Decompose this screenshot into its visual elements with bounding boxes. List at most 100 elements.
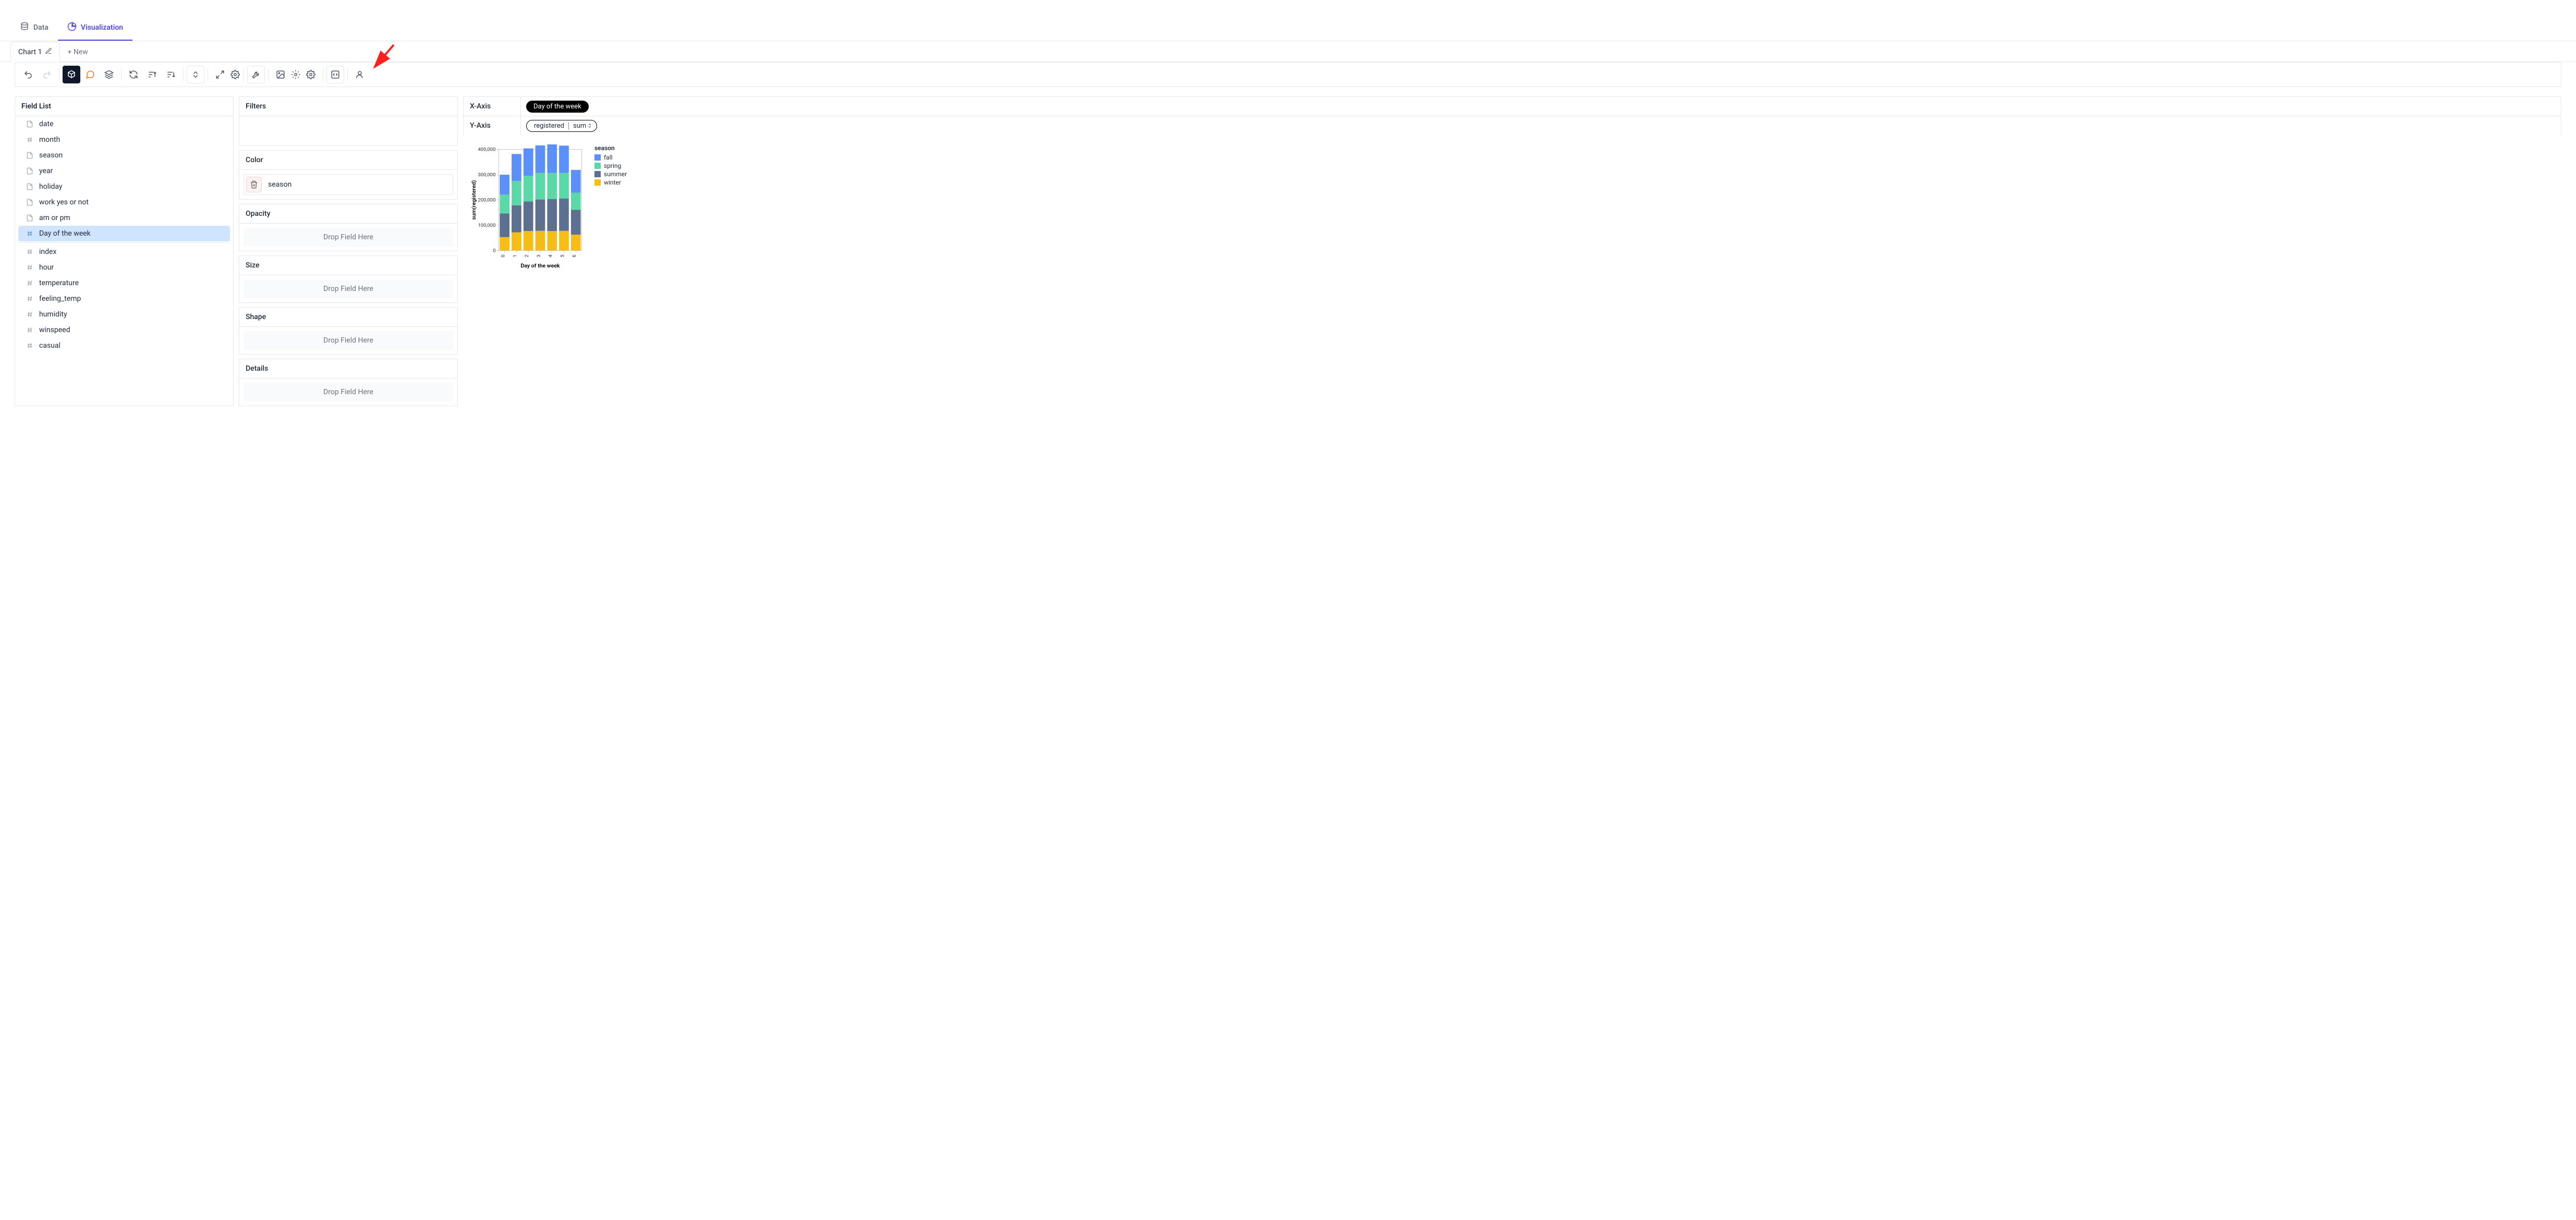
field-item[interactable]: season (18, 148, 230, 163)
top-tabs: Data Visualization (0, 16, 2576, 41)
tab-visualization-label: Visualization (81, 23, 123, 32)
image-gear-icon[interactable] (290, 66, 301, 83)
axis-toggle-button[interactable] (187, 66, 204, 83)
field-item[interactable]: temperature (18, 275, 230, 291)
doc-icon (26, 120, 34, 128)
user-button[interactable] (351, 66, 369, 83)
svg-text:sum(registered): sum(registered) (470, 180, 477, 219)
doc-icon (26, 167, 34, 175)
legend-swatch (594, 179, 601, 186)
details-shelf[interactable]: Details Drop Field Here (239, 359, 458, 406)
color-label: Color (239, 151, 457, 170)
pie-chart-icon (67, 22, 77, 33)
field-item[interactable]: winspeed (18, 322, 230, 338)
opacity-shelf[interactable]: Opacity Drop Field Here (239, 204, 458, 251)
hash-icon (26, 279, 34, 287)
field-item[interactable]: date (18, 116, 230, 132)
sort-desc-button[interactable] (162, 66, 180, 83)
field-item-label: season (39, 151, 63, 160)
field-item-label: month (39, 136, 60, 144)
field-item[interactable]: month (18, 132, 230, 148)
field-item-label: year (39, 167, 53, 175)
wrench-button[interactable] (247, 66, 265, 83)
aggregation-button[interactable] (63, 66, 80, 83)
svg-text:3: 3 (536, 254, 542, 257)
hash-icon (26, 326, 34, 334)
chat-button[interactable] (81, 66, 99, 83)
svg-text:300,000: 300,000 (478, 172, 495, 178)
legend-item[interactable]: summer (594, 170, 627, 178)
svg-text:5: 5 (560, 254, 565, 257)
toolbar (15, 62, 2561, 87)
filters-label: Filters (239, 97, 457, 116)
shape-shelf[interactable]: Shape Drop Field Here (239, 307, 458, 355)
field-item[interactable]: year (18, 163, 230, 179)
field-item[interactable]: holiday (18, 179, 230, 194)
field-list-title: Field List (15, 97, 233, 116)
field-item[interactable]: casual (18, 338, 230, 353)
chart-area: 0100,000200,000300,000400,000sum(registe… (463, 135, 2561, 279)
x-axis-row: X-Axis Day of the week (463, 96, 2561, 116)
size-shelf[interactable]: Size Drop Field Here (239, 255, 458, 303)
tab-visualization[interactable]: Visualization (58, 16, 132, 41)
sort-asc-button[interactable] (143, 66, 161, 83)
y-axis-agg[interactable]: sum (568, 122, 592, 130)
doc-icon (26, 151, 34, 160)
drop-zone[interactable]: Drop Field Here (244, 331, 453, 350)
svg-text:0: 0 (501, 254, 506, 257)
hash-icon (26, 248, 34, 256)
legend-item[interactable]: fall (594, 154, 627, 161)
color-chip-label: season (268, 180, 291, 189)
undo-button[interactable] (19, 66, 37, 83)
chart-tab-new-label: + New (67, 48, 88, 56)
expand-button[interactable] (211, 66, 229, 83)
separator (347, 68, 348, 81)
main: Field List date month season year holidaywor… (0, 91, 2576, 411)
svg-text:1: 1 (512, 254, 518, 257)
layers-button[interactable] (100, 66, 118, 83)
legend-swatch (594, 163, 601, 169)
legend-item[interactable]: winter (594, 179, 627, 186)
hash-icon (26, 310, 34, 319)
field-item[interactable]: am or pm (18, 210, 230, 226)
field-item-label: humidity (39, 310, 67, 319)
filters-shelf[interactable]: Filters (239, 96, 458, 146)
chart-tabs: Chart 1 + New (0, 41, 2576, 62)
legend-item[interactable]: spring (594, 162, 627, 169)
code-button[interactable] (326, 66, 344, 83)
layout-gear-icon[interactable] (230, 66, 240, 83)
drop-zone[interactable]: Drop Field Here (244, 383, 453, 401)
settings-button[interactable] (302, 66, 320, 83)
separator (183, 68, 184, 81)
field-item[interactable]: Day of the week (18, 226, 230, 241)
refresh-button[interactable] (125, 66, 142, 83)
field-item[interactable]: index (18, 244, 230, 260)
image-button[interactable] (272, 66, 289, 83)
field-item-label: hour (39, 263, 54, 272)
field-item[interactable]: hour (18, 260, 230, 275)
shape-label: Shape (239, 308, 457, 327)
field-item[interactable]: work yes or not (18, 194, 230, 210)
chart-tab-1[interactable]: Chart 1 (10, 42, 60, 62)
chart-plot: 0100,000200,000300,000400,000sum(registe… (467, 144, 587, 270)
chevron-updown-icon (587, 123, 592, 128)
color-shelf[interactable]: Color season (239, 150, 458, 200)
redo-button[interactable] (38, 66, 56, 83)
color-chip[interactable]: season (244, 174, 453, 195)
drop-zone[interactable]: Drop Field Here (244, 279, 453, 298)
y-axis-row: Y-Axis registered sum (463, 116, 2561, 135)
chart-tab-new[interactable]: + New (60, 43, 95, 62)
tab-data[interactable]: Data (10, 16, 58, 41)
y-axis-pill[interactable]: registered sum (526, 120, 597, 132)
svg-text:0: 0 (493, 248, 495, 253)
field-item[interactable]: feeling_temp (18, 291, 230, 307)
chart-panel: X-Axis Day of the week Y-Axis registered… (463, 96, 2561, 406)
trash-icon[interactable] (246, 177, 262, 192)
x-axis-pill[interactable]: Day of the week (526, 101, 589, 113)
y-axis-pill-label: registered (534, 122, 564, 130)
field-item[interactable]: humidity (18, 307, 230, 322)
x-axis-label: X-Axis (464, 97, 521, 116)
legend-label: summer (604, 170, 627, 178)
separator (268, 68, 269, 81)
drop-zone[interactable]: Drop Field Here (244, 228, 453, 247)
